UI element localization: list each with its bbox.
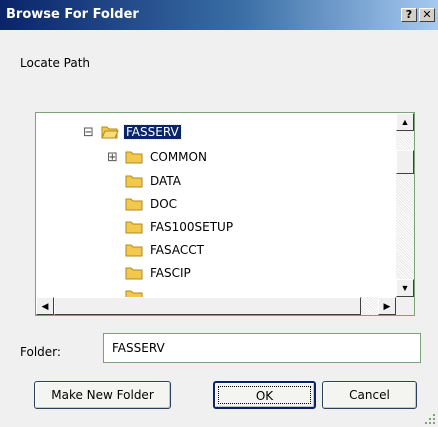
tree-item-fasserv[interactable]: ⊟ FASSERV: [82, 123, 182, 141]
folder-tree-content: ⊟ FASSERV ⊞ COMMON DATA DOC FAS100SETUP …: [36, 113, 396, 297]
tree-item-label: DOC: [150, 197, 178, 211]
ok-button[interactable]: OK: [213, 381, 316, 409]
instruction-text: Locate Path: [20, 56, 91, 70]
scroll-right-button[interactable]: ▶: [378, 297, 396, 315]
scroll-left-button[interactable]: ◀: [36, 297, 54, 315]
tree-item-data[interactable]: DATA: [125, 172, 183, 190]
tree-item-partial: [125, 287, 148, 297]
scroll-up-button[interactable]: ▲: [396, 113, 414, 131]
tree-item-label: FAS100SETUP: [150, 220, 234, 234]
resize-grip-icon[interactable]: [424, 413, 436, 425]
cancel-button[interactable]: Cancel: [322, 381, 417, 409]
tree-item-label: DATA: [150, 174, 181, 188]
folder-icon: [125, 150, 143, 164]
tree-item-label: FASSERV: [123, 124, 182, 140]
horizontal-scroll-thumb[interactable]: [54, 297, 361, 315]
tree-item-label: FASACCT: [150, 243, 204, 257]
folder-icon: [125, 174, 143, 188]
browse-for-folder-dialog: Browse For Folder ? ✕ Locate Path ⊟ FASS…: [0, 0, 438, 427]
folder-icon: [125, 289, 143, 297]
make-new-folder-label: Make New Folder: [51, 388, 154, 402]
folder-open-icon: [101, 125, 119, 139]
folder-tree[interactable]: ⊟ FASSERV ⊞ COMMON DATA DOC FAS100SETUP …: [35, 112, 415, 316]
collapse-icon[interactable]: ⊟: [82, 125, 95, 139]
tree-item-fasacct[interactable]: FASACCT: [125, 241, 206, 259]
help-button[interactable]: ?: [401, 8, 417, 22]
folder-icon: [125, 220, 143, 234]
tree-item-doc[interactable]: DOC: [125, 195, 179, 213]
folder-icon: [125, 243, 143, 257]
scrollbar-corner: [396, 297, 414, 315]
folder-icon: [125, 266, 143, 280]
title-bar[interactable]: Browse For Folder ? ✕: [0, 0, 438, 30]
folder-icon: [125, 197, 143, 211]
make-new-folder-button[interactable]: Make New Folder: [34, 381, 171, 409]
window-title: Browse For Folder: [6, 7, 139, 22]
scroll-down-button[interactable]: ▼: [396, 279, 414, 297]
horizontal-scrollbar[interactable]: ◀ ▶: [36, 297, 396, 315]
tree-item-label: COMMON: [150, 150, 207, 164]
folder-field[interactable]: [103, 333, 421, 363]
tree-item-common[interactable]: ⊞ COMMON: [106, 148, 209, 166]
expand-icon[interactable]: ⊞: [106, 150, 119, 164]
cancel-label: Cancel: [349, 388, 390, 402]
folder-field-label: Folder:: [20, 345, 61, 359]
tree-item-fascip[interactable]: FASCIP: [125, 264, 193, 282]
vertical-scroll-thumb[interactable]: [396, 150, 414, 174]
focus-rectangle: [218, 386, 311, 404]
vertical-scrollbar[interactable]: ▲ ▼: [396, 113, 414, 297]
tree-item-fas100setup[interactable]: FAS100SETUP: [125, 218, 235, 236]
tree-item-label: FASCIP: [150, 266, 191, 280]
close-button[interactable]: ✕: [419, 8, 435, 22]
